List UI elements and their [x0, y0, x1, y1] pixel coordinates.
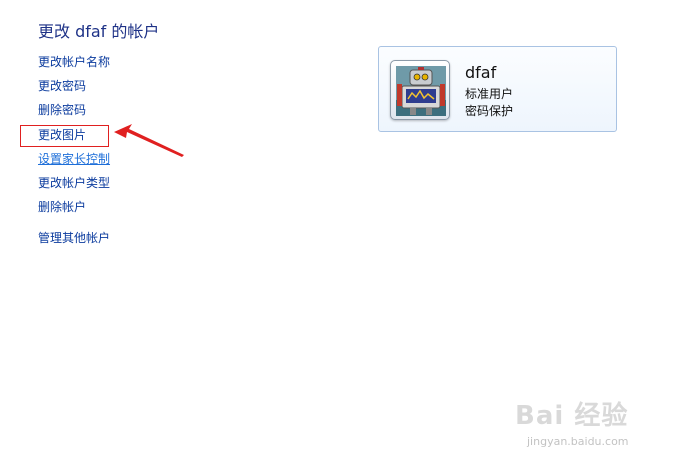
parental-controls-link[interactable]: 设置家长控制 — [38, 150, 110, 167]
change-password-link[interactable]: 更改密码 — [38, 77, 86, 94]
page-title: 更改 dfaf 的帐户 — [38, 22, 160, 41]
account-type: 标准用户 — [465, 87, 514, 101]
account-password-status: 密码保护 — [465, 104, 514, 118]
watermark-logo: Bai 经验 — [515, 401, 629, 431]
watermark-url: jingyan.baidu.com — [527, 435, 629, 448]
annotation-arrow-icon — [114, 124, 184, 157]
change-account-name-link[interactable]: 更改帐户名称 — [38, 53, 110, 70]
manage-other-accounts-link[interactable]: 管理其他帐户 — [38, 229, 110, 246]
account-avatar[interactable] — [390, 60, 450, 120]
account-name: dfaf — [465, 63, 497, 82]
annotation-highlight-box — [20, 125, 109, 147]
baidu-jingyan-watermark: Bai 经验 jingyan.baidu.com — [515, 395, 629, 448]
robot-avatar-icon — [396, 66, 446, 116]
delete-account-link[interactable]: 删除帐户 — [38, 198, 86, 215]
account-card: dfaf 标准用户 密码保护 — [378, 46, 617, 132]
remove-password-link[interactable]: 删除密码 — [38, 101, 86, 118]
change-account-type-link[interactable]: 更改帐户类型 — [38, 174, 110, 191]
